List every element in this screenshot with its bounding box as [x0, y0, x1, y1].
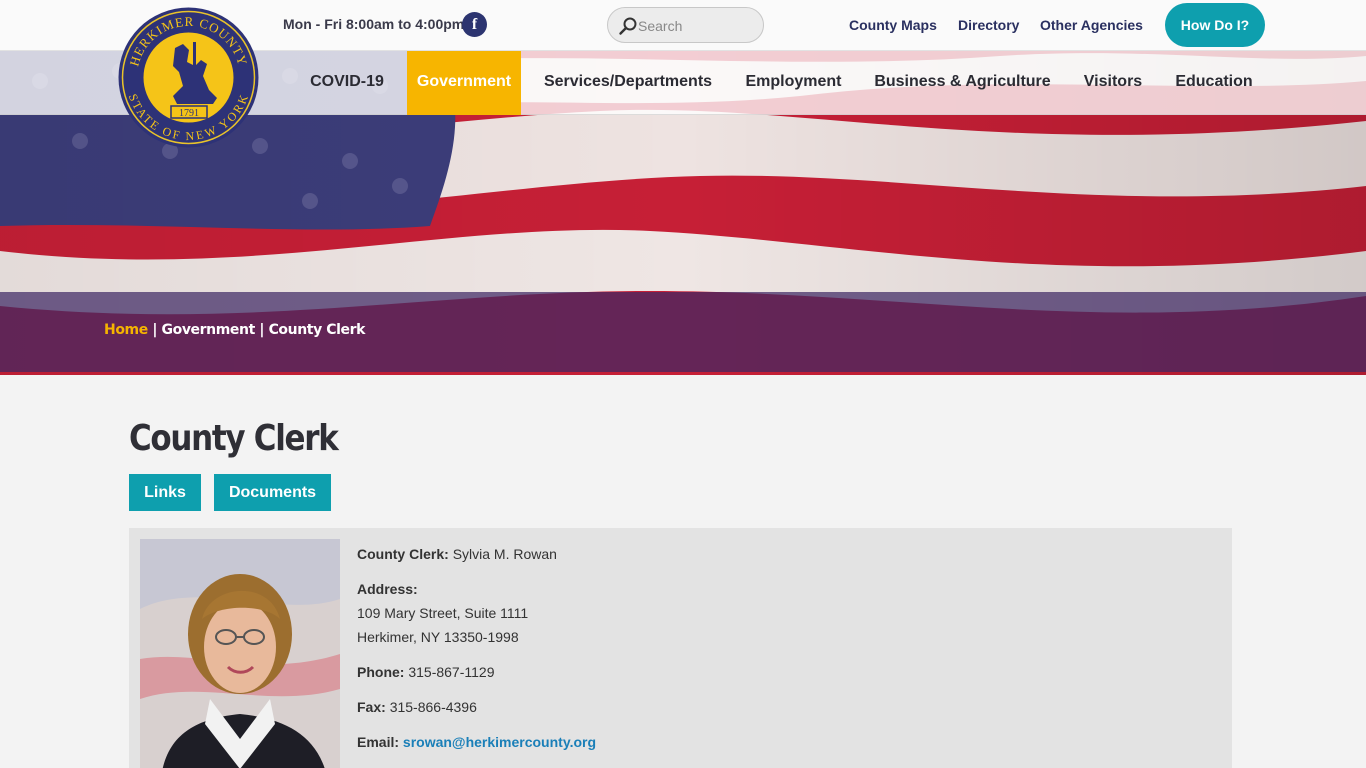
facebook-icon[interactable]: f [462, 12, 487, 37]
links-button[interactable]: Links [129, 474, 201, 511]
fax-label: Fax: [357, 699, 386, 715]
phone-row: Phone: 315-867-1129 [357, 660, 596, 684]
page-title: County Clerk [129, 418, 339, 459]
how-do-i-button[interactable]: How Do I? [1165, 3, 1265, 47]
breadcrumb-home[interactable]: Home [104, 322, 148, 338]
email-row: Email: srowan@herkimercounty.org [357, 730, 596, 754]
phone-label: Phone: [357, 664, 405, 680]
breadcrumb-separator: | [152, 322, 158, 338]
clerk-row: County Clerk: Sylvia M. Rowan [357, 542, 596, 566]
clerk-photo [140, 539, 340, 768]
address-line-2: Herkimer, NY 13350-1998 [357, 629, 519, 645]
clerk-label: County Clerk: [357, 546, 449, 562]
search-box[interactable] [607, 7, 764, 43]
nav-education[interactable]: Education [1165, 51, 1263, 115]
breadcrumb-current: County Clerk [268, 322, 366, 338]
breadcrumb-government[interactable]: Government [162, 322, 256, 338]
email-label: Email: [357, 734, 400, 750]
nav-government[interactable]: Government [407, 51, 521, 115]
directory-link[interactable]: Directory [958, 17, 1019, 33]
nav-business-agriculture[interactable]: Business & Agriculture [864, 51, 1061, 115]
nav-covid-19[interactable]: COVID-19 [298, 51, 396, 115]
address-line-1: 109 Mary Street, Suite 1111 [357, 605, 529, 621]
nav-employment[interactable]: Employment [735, 51, 852, 115]
other-agencies-link[interactable]: Other Agencies [1040, 17, 1143, 33]
nav-services-departments[interactable]: Services/Departments [534, 51, 722, 115]
search-input[interactable] [638, 16, 753, 36]
county-maps-link[interactable]: County Maps [849, 17, 937, 33]
breadcrumb-band: Home | Government | County Clerk [0, 292, 1366, 372]
contact-info: County Clerk: Sylvia M. Rowan Address: 1… [357, 542, 596, 765]
address-row: Address: 109 Mary Street, Suite 1111 Her… [357, 577, 596, 649]
nav-visitors[interactable]: Visitors [1074, 51, 1152, 115]
fax-number: 315-866-4396 [389, 699, 477, 715]
svg-text:1791: 1791 [179, 108, 199, 119]
contact-card: County Clerk: Sylvia M. Rowan Address: 1… [129, 528, 1232, 768]
breadcrumb: Home | Government | County Clerk [104, 322, 365, 338]
office-hours: Mon - Fri 8:00am to 4:00pm [283, 16, 465, 32]
fax-row: Fax: 315-866-4396 [357, 695, 596, 719]
phone-number: 315-867-1129 [408, 664, 495, 680]
documents-button[interactable]: Documents [214, 474, 331, 511]
address-label: Address: [357, 581, 418, 597]
breadcrumb-separator: | [259, 322, 265, 338]
email-link[interactable]: srowan@herkimercounty.org [403, 734, 596, 750]
clerk-name: Sylvia M. Rowan [452, 546, 557, 562]
search-icon [619, 17, 637, 35]
county-seal-logo[interactable]: HERKIMER COUNTY STATE OF NEW YORK 1791 [117, 6, 260, 149]
